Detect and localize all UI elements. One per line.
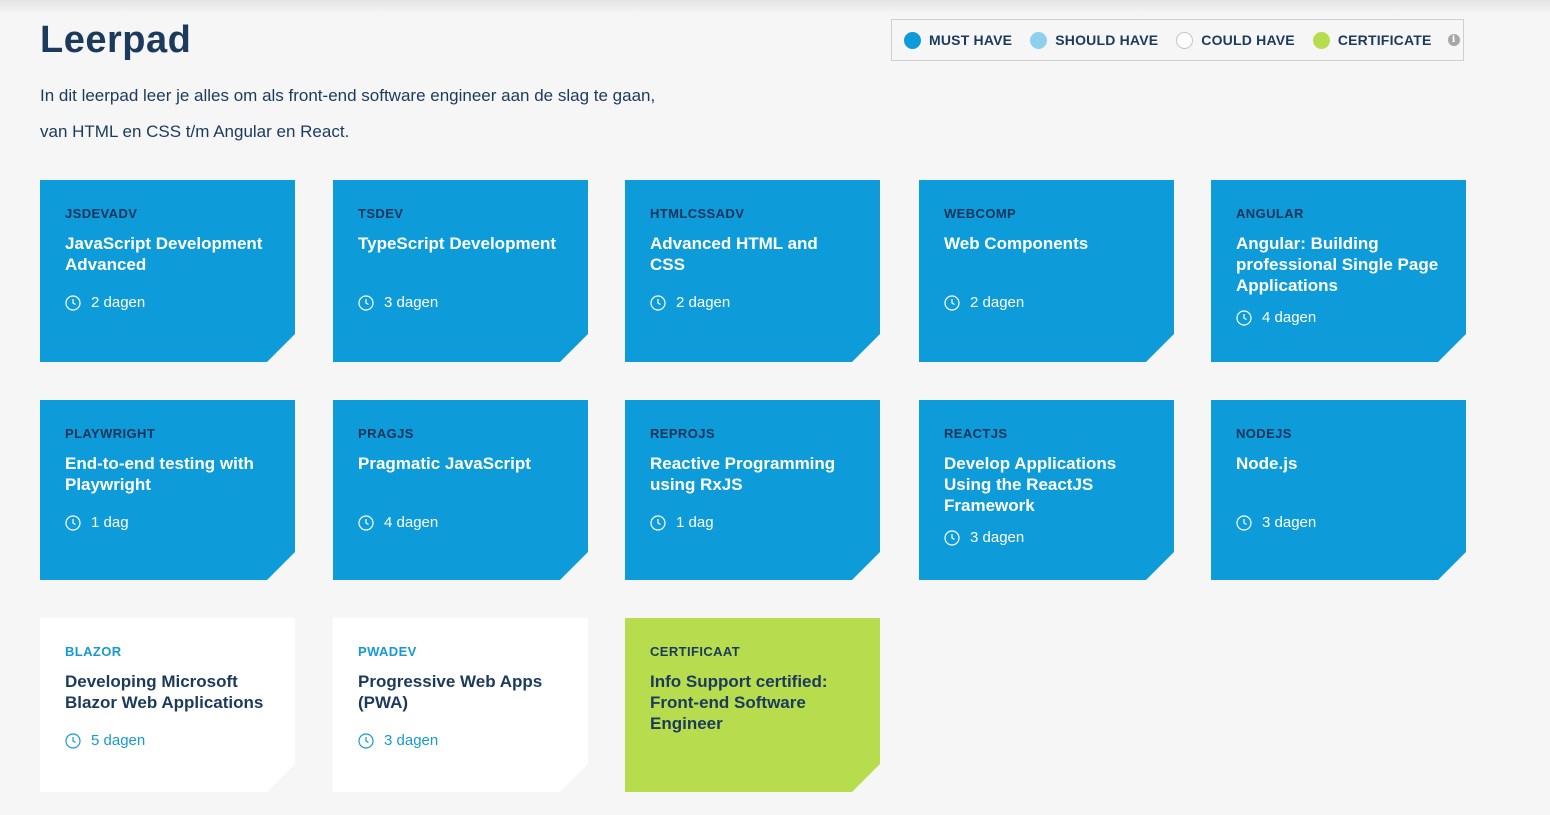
course-card-nodejs[interactable]: NODEJS Node.js 3 dagen <box>1211 400 1466 580</box>
legend-label: SHOULD HAVE <box>1055 32 1159 48</box>
course-card-blazor[interactable]: BLAZOR Developing Microsoft Blazor Web A… <box>40 618 295 792</box>
course-name: End-to-end testing with Playwright <box>65 454 254 494</box>
duration-text: 4 dagen <box>1262 309 1317 326</box>
intro-line-1: In dit leerpad leer je alles om als fron… <box>40 86 656 105</box>
course-duration: 1 dag <box>65 514 270 531</box>
course-code: PRAGJS <box>358 426 414 441</box>
course-duration: 2 dagen <box>650 294 855 311</box>
course-code: WEBCOMP <box>944 206 1017 221</box>
clock-icon <box>65 295 81 311</box>
course-name: TypeScript Development <box>358 234 557 253</box>
clock-icon <box>944 530 960 546</box>
course-code: BLAZOR <box>65 644 122 659</box>
course-duration: 1 dag <box>650 514 855 531</box>
duration-text: 1 dag <box>676 514 714 531</box>
legend-label: CERTIFICATE <box>1337 32 1432 48</box>
duration-text: 3 dagen <box>384 732 439 749</box>
legend-item-must-have: MUST HAVE <box>904 31 1013 49</box>
duration-text: 2 dagen <box>970 294 1025 311</box>
page-intro: In dit leerpad leer je alles om als fron… <box>40 78 800 150</box>
certificate-code: CERTIFICAAT <box>650 644 741 659</box>
course-name: Advanced HTML and CSS <box>650 234 818 274</box>
clock-icon <box>1236 310 1252 326</box>
duration-text: 4 dagen <box>384 514 439 531</box>
course-code: HTMLCSSADV <box>650 206 745 221</box>
course-code: ANGULAR <box>1236 206 1304 221</box>
top-shadow <box>0 0 1550 14</box>
duration-text: 5 dagen <box>91 732 146 749</box>
legend-label: COULD HAVE <box>1201 32 1295 48</box>
course-name: Progressive Web Apps (PWA) <box>358 672 543 712</box>
course-code: NODEJS <box>1236 426 1292 441</box>
should-have-dot-icon <box>1030 31 1048 49</box>
certificate-name: Info Support certified: Front-end Softwa… <box>650 672 828 733</box>
course-card-reprojs[interactable]: REPROJS Reactive Programming using RxJS … <box>625 400 880 580</box>
course-duration: 3 dagen <box>1236 514 1441 531</box>
course-duration: 2 dagen <box>944 294 1149 311</box>
course-name: Develop Applications Using the ReactJS F… <box>944 454 1117 515</box>
course-code: JSDEVADV <box>65 206 138 221</box>
clock-icon <box>65 733 81 749</box>
duration-text: 3 dagen <box>1262 514 1317 531</box>
course-duration: 3 dagen <box>944 529 1149 546</box>
course-duration: 2 dagen <box>65 294 270 311</box>
duration-text: 3 dagen <box>384 294 439 311</box>
course-code: PLAYWRIGHT <box>65 426 156 441</box>
course-duration: 3 dagen <box>358 732 563 749</box>
legend-item-could-have: COULD HAVE <box>1176 31 1295 49</box>
course-code: TSDEV <box>358 206 404 221</box>
could-have-dot-icon <box>1176 31 1194 49</box>
clock-icon <box>1236 515 1252 531</box>
course-card-pragjs[interactable]: PRAGJS Pragmatic JavaScript 4 dagen <box>333 400 588 580</box>
course-card-pwadev[interactable]: PWADEV Progressive Web Apps (PWA) 3 dage… <box>333 618 588 792</box>
certificate-card[interactable]: CERTIFICAAT Info Support certified: Fron… <box>625 618 880 792</box>
legend-item-certificate: CERTIFICATE <box>1312 31 1432 49</box>
course-card-webcomp[interactable]: WEBCOMP Web Components 2 dagen <box>919 180 1174 362</box>
course-card-jsdevadv[interactable]: JSDEVADV JavaScript Development Advanced… <box>40 180 295 362</box>
clock-icon <box>358 515 374 531</box>
duration-text: 2 dagen <box>676 294 731 311</box>
course-code: REPROJS <box>650 426 715 441</box>
info-icon[interactable]: i <box>1447 34 1460 46</box>
course-name: Reactive Programming using RxJS <box>650 454 836 494</box>
course-card-tsdev[interactable]: TSDEV TypeScript Development 3 dagen <box>333 180 588 362</box>
legend-label: MUST HAVE <box>929 32 1013 48</box>
course-name: Node.js <box>1236 454 1298 473</box>
duration-text: 1 dag <box>91 514 129 531</box>
course-name: JavaScript Development Advanced <box>65 234 263 274</box>
course-code: REACTJS <box>944 426 1008 441</box>
course-card-reactjs[interactable]: REACTJS Develop Applications Using the R… <box>919 400 1174 580</box>
duration-text: 3 dagen <box>970 529 1025 546</box>
clock-icon <box>650 515 666 531</box>
course-name: Web Components <box>944 234 1089 253</box>
duration-text: 2 dagen <box>91 294 146 311</box>
legend: MUST HAVE SHOULD HAVE COULD HAVE CERTIFI… <box>891 19 1464 61</box>
clock-icon <box>358 733 374 749</box>
course-card-playwright[interactable]: PLAYWRIGHT End-to-end testing with Playw… <box>40 400 295 580</box>
course-duration: 3 dagen <box>358 294 563 311</box>
course-duration: 4 dagen <box>358 514 563 531</box>
course-name: Pragmatic JavaScript <box>358 454 531 473</box>
course-duration: 4 dagen <box>1236 309 1441 326</box>
course-name: Developing Microsoft Blazor Web Applicat… <box>65 672 264 712</box>
certificate-dot-icon <box>1312 31 1330 49</box>
course-duration: 5 dagen <box>65 732 270 749</box>
clock-icon <box>944 295 960 311</box>
course-card-htmlcssadv[interactable]: HTMLCSSADV Advanced HTML and CSS 2 dagen <box>625 180 880 362</box>
course-code: PWADEV <box>358 644 417 659</box>
must-have-dot-icon <box>904 31 921 49</box>
clock-icon <box>65 515 81 531</box>
page-title: Leerpad <box>40 19 192 61</box>
course-card-angular[interactable]: ANGULAR Angular: Building professional S… <box>1211 180 1466 362</box>
legend-item-should-have: SHOULD HAVE <box>1030 31 1159 49</box>
clock-icon <box>358 295 374 311</box>
clock-icon <box>650 295 666 311</box>
intro-line-2: van HTML en CSS t/m Angular en React. <box>40 122 350 141</box>
course-name: Angular: Building professional Single Pa… <box>1236 234 1439 295</box>
